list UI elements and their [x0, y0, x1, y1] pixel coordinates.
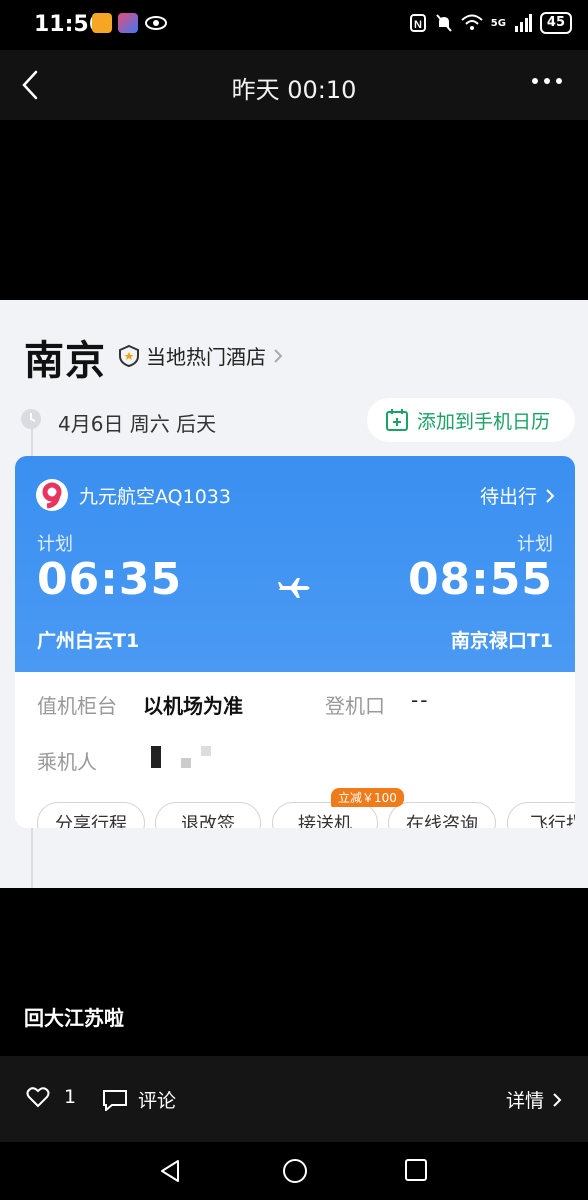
clock-icon: [21, 409, 41, 429]
share-trip-button: 分享行程: [37, 802, 145, 828]
nfc-icon: N: [409, 14, 426, 32]
svg-text:N: N: [414, 19, 422, 31]
flight-status-label: 待出行: [479, 486, 537, 508]
mute-bell-icon: [435, 14, 452, 32]
comment-label: 评论: [138, 1090, 177, 1112]
hotel-link-label: 当地热门酒店: [146, 345, 266, 369]
notification-icons: [92, 13, 168, 33]
hot-hotels-link: 当地热门酒店: [118, 341, 284, 370]
discount-badge: 立减￥100: [331, 788, 404, 807]
details-label: 详情: [505, 1090, 544, 1112]
status-bar: 11:56 N 5G 45: [0, 0, 588, 50]
passenger-label: 乘机人: [37, 750, 97, 774]
like-button[interactable]: 1: [26, 1086, 76, 1108]
gate-value: --: [411, 688, 430, 712]
departure-time: 06:35: [37, 554, 183, 605]
system-navigation-bar: [0, 1142, 588, 1200]
airline-flight-number: 九元航空AQ1033: [79, 486, 231, 508]
more-options-icon[interactable]: [532, 78, 562, 84]
chevron-right-icon: [546, 488, 555, 503]
wifi-icon: [461, 14, 483, 30]
arrival-time: 08:55: [407, 554, 553, 605]
network-label: 5G: [490, 17, 506, 29]
app-icon: [118, 13, 138, 33]
battery-level: 45: [539, 12, 572, 34]
airline-logo: [36, 479, 68, 511]
online-consult-button: 在线咨询: [388, 802, 496, 828]
airport-transfer-label: 接送机: [298, 814, 352, 828]
weibo-icon: [92, 13, 112, 33]
heart-icon: [26, 1087, 50, 1108]
like-count: 1: [64, 1086, 77, 1108]
post-caption: 回大江苏啦: [24, 1006, 124, 1030]
top-nav: 昨天 00:10: [0, 50, 588, 120]
chevron-right-icon: [553, 1092, 562, 1107]
airplane-icon: [278, 578, 310, 598]
page-title: 昨天 00:10: [231, 76, 357, 104]
arrival-plan-label: 计划: [517, 534, 553, 555]
flight-guide-button: 飞行指: [507, 802, 575, 828]
arrival-airport: 南京禄口T1: [450, 630, 553, 652]
nav-back-icon[interactable]: [158, 1158, 182, 1184]
system-status-icons: N 5G 45: [409, 12, 572, 34]
checkin-counter-value: 以机场为准: [143, 694, 243, 718]
shield-star-icon: [119, 344, 139, 367]
flight-card: 九元航空AQ1033 待出行 计划 计划 06:35 08:55 广州白云T1 …: [15, 456, 575, 828]
comment-button[interactable]: 评论: [102, 1086, 176, 1113]
chevron-right-icon: [274, 348, 283, 363]
comment-icon: [103, 1089, 127, 1111]
refund-change-button: 退改签: [155, 802, 261, 828]
departure-plan-label: 计划: [37, 534, 73, 555]
calendar-add-icon: [386, 409, 408, 431]
flight-card-header: 九元航空AQ1033 待出行 计划 计划 06:35 08:55 广州白云T1 …: [15, 456, 575, 672]
details-button[interactable]: 详情: [506, 1086, 562, 1113]
trip-date: 4月6日 周六 后天: [58, 412, 217, 436]
nav-home-icon[interactable]: [282, 1158, 308, 1184]
destination-city: 南京: [24, 338, 106, 384]
nav-recents-icon[interactable]: [404, 1158, 428, 1182]
add-to-calendar-button: 添加到手机日历: [367, 398, 575, 442]
signal-icon: [514, 14, 532, 32]
add-to-calendar-label: 添加到手机日历: [417, 410, 551, 433]
eye-icon: [145, 16, 167, 30]
checkin-counter-label: 值机柜台: [37, 694, 117, 718]
gate-label: 登机口: [325, 694, 385, 718]
bottom-action-bar: 1 评论 详情: [0, 1056, 588, 1142]
shared-screenshot[interactable]: 南京 当地热门酒店 4月6日 周六 后天 添加到手机日历 九元航空AQ1033 …: [0, 300, 588, 888]
flight-status: 待出行: [480, 482, 555, 509]
departure-airport: 广州白云T1: [37, 630, 140, 652]
